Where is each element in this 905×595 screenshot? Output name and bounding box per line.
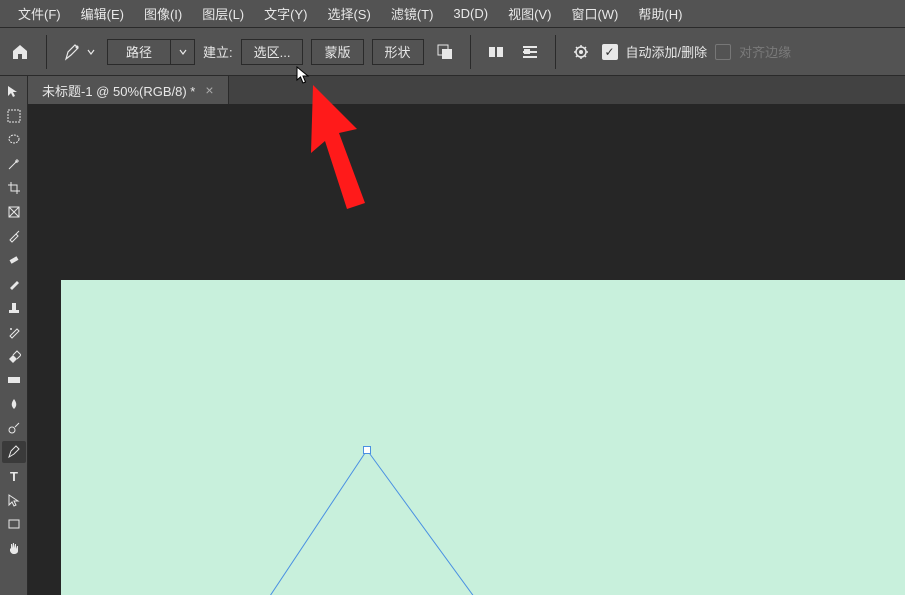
tool-stamp[interactable] (2, 297, 26, 319)
pen-tool-indicator[interactable] (59, 38, 99, 66)
tool-frame[interactable] (2, 201, 26, 223)
chevron-down-icon (170, 40, 194, 64)
tool-eraser[interactable] (2, 345, 26, 367)
tool-pen[interactable] (2, 441, 26, 463)
tool-heal[interactable] (2, 249, 26, 271)
tool-wand[interactable] (2, 153, 26, 175)
arrange-button[interactable] (517, 39, 543, 65)
tool-marquee[interactable] (2, 105, 26, 127)
menu-window[interactable]: 窗口(W) (561, 0, 628, 27)
divider (470, 35, 471, 69)
menubar: 文件(F) 编辑(E) 图像(I) 图层(L) 文字(Y) 选择(S) 滤镜(T… (0, 0, 905, 28)
menu-edit[interactable]: 编辑(E) (71, 0, 134, 27)
toolbox: T (0, 76, 28, 595)
gear-button[interactable] (568, 39, 594, 65)
path-mode-select[interactable]: 路径 (107, 39, 195, 65)
document-tabs: 未标题-1 @ 50%(RGB/8) * × (28, 76, 905, 104)
tool-hand[interactable] (2, 537, 26, 559)
tool-brush[interactable] (2, 273, 26, 295)
tool-gradient[interactable] (2, 369, 26, 391)
menu-type[interactable]: 文字(Y) (254, 0, 317, 27)
path-ops-button[interactable] (432, 39, 458, 65)
tool-blur[interactable] (2, 393, 26, 415)
align-button[interactable] (483, 39, 509, 65)
pen-icon (63, 42, 83, 62)
menu-file[interactable]: 文件(F) (8, 0, 71, 27)
make-shape-button[interactable]: 形状 (372, 39, 424, 65)
gear-icon (573, 44, 589, 60)
tool-move[interactable] (2, 81, 26, 103)
menu-image[interactable]: 图像(I) (134, 0, 192, 27)
tool-type[interactable]: T (2, 465, 26, 487)
path-mode-label: 路径 (108, 42, 170, 61)
svg-text:T: T (10, 469, 18, 483)
tool-lasso[interactable] (2, 129, 26, 151)
document-area: 未标题-1 @ 50%(RGB/8) * × (28, 76, 905, 595)
menu-filter[interactable]: 滤镜(T) (381, 0, 444, 27)
tool-shape[interactable] (2, 513, 26, 535)
path-anchor[interactable] (363, 446, 371, 454)
path-line (61, 280, 905, 595)
tool-path-select[interactable] (2, 489, 26, 511)
make-label: 建立: (203, 42, 233, 61)
document-tab[interactable]: 未标题-1 @ 50%(RGB/8) * × (28, 76, 229, 104)
menu-view[interactable]: 视图(V) (498, 0, 561, 27)
tool-crop[interactable] (2, 177, 26, 199)
menu-layer[interactable]: 图层(L) (192, 0, 254, 27)
tab-close-button[interactable]: × (205, 82, 213, 98)
tool-dodge[interactable] (2, 417, 26, 439)
align-edges-label: 对齐边缘 (739, 42, 791, 61)
divider (46, 35, 47, 69)
workspace: T 未标题-1 @ 50%(RGB/8) * × (0, 76, 905, 595)
chevron-down-icon (87, 48, 95, 56)
canvas[interactable] (61, 280, 905, 595)
auto-add-remove-label: 自动添加/删除 (626, 42, 708, 61)
home-button[interactable] (6, 38, 34, 66)
tool-eyedropper[interactable] (2, 225, 26, 247)
tab-title: 未标题-1 @ 50%(RGB/8) * (42, 81, 195, 100)
make-mask-button[interactable]: 蒙版 (311, 39, 363, 65)
divider (555, 35, 556, 69)
menu-select[interactable]: 选择(S) (317, 0, 380, 27)
tool-history[interactable] (2, 321, 26, 343)
menu-help[interactable]: 帮助(H) (628, 0, 692, 27)
menu-3d[interactable]: 3D(D) (443, 0, 498, 27)
auto-add-remove-checkbox[interactable]: ✓ (602, 44, 618, 60)
make-selection-button[interactable]: 选区... (241, 39, 304, 65)
align-edges-checkbox[interactable] (715, 44, 731, 60)
options-bar: 路径 建立: 选区... 蒙版 形状 ✓ 自动添加/删除 对齐边缘 (0, 28, 905, 76)
canvas-viewport[interactable] (28, 104, 905, 595)
